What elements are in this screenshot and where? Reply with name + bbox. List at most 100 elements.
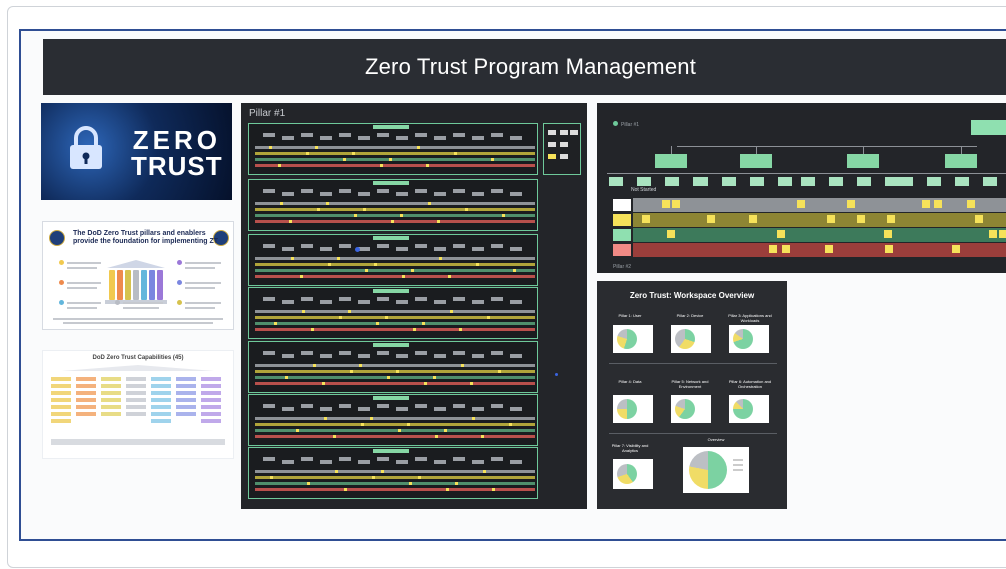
page-header: Zero Trust Program Management — [43, 39, 1006, 95]
swimlane-row — [633, 198, 1006, 212]
tree-child-node — [665, 177, 679, 186]
status-label: Not Started — [631, 187, 657, 193]
tree-child-node — [983, 177, 997, 186]
legend-panel — [543, 123, 581, 175]
tree-child-node — [722, 177, 736, 186]
swimlane-label — [613, 199, 631, 211]
sticky-note — [999, 230, 1006, 238]
pillar-1-swimlane-board — [248, 287, 538, 339]
tree-child-node — [778, 177, 792, 186]
pillar-1-swimlane-board — [248, 394, 538, 446]
sticky-note — [847, 200, 855, 208]
sticky-note — [672, 200, 680, 208]
sticky-note — [667, 230, 675, 238]
sticky-note — [769, 245, 777, 253]
tree-child-node — [609, 177, 623, 186]
cell-title-network: Pillar 5: Network and Environment — [671, 379, 709, 389]
cell-title-device: Pillar 2: Device — [676, 313, 704, 318]
zero-trust-banner-image: ZERO TRUST — [41, 103, 232, 200]
dod-pillars-thumbnail: The DoD Zero Trust pillars and enablers … — [42, 221, 234, 330]
sticky-note — [989, 230, 997, 238]
pie-card-user — [613, 325, 653, 353]
capabilities-title: DoD Zero Trust Capabilities (45) — [92, 355, 184, 361]
pillar-1-swimlane-board — [248, 179, 538, 231]
tree-connector — [756, 146, 757, 154]
tree-node — [655, 154, 687, 168]
tree-connector — [677, 146, 977, 147]
sticky-note — [884, 230, 892, 238]
tree-child-node — [801, 177, 815, 186]
sticky-note — [975, 215, 983, 223]
pie-card-network — [671, 395, 711, 423]
tree-connector — [897, 173, 1006, 174]
swimlane-label — [613, 229, 631, 241]
tree-child-node — [927, 177, 941, 186]
banner-line-2: TRUST — [131, 151, 223, 181]
sticky-note — [707, 215, 715, 223]
sticky-note — [777, 230, 785, 238]
sticky-note — [662, 200, 670, 208]
tree-child-node — [694, 177, 708, 186]
swimlane-label — [613, 214, 631, 226]
sticky-note — [825, 245, 833, 253]
cursor-dot — [355, 247, 360, 252]
tree-connector — [671, 146, 672, 154]
pillar-2-board[interactable]: Pillar #1 Not Started Pillar #2 — [597, 103, 1006, 273]
tree-child-node — [829, 177, 843, 186]
sticky-note — [642, 215, 650, 223]
pillar-1-swimlane-board — [248, 447, 538, 499]
pie-card-device — [671, 325, 711, 353]
workspace-overview-panel[interactable]: Zero Trust: Workspace Overview Pillar 1:… — [597, 281, 787, 509]
cell-title-data: Pillar 4: Data — [618, 379, 642, 384]
tree-child-node — [955, 177, 969, 186]
pie-card-visibility — [613, 459, 653, 489]
cell-title-apps: Pillar 3: Applications and Workloads — [728, 313, 772, 323]
sticky-note — [887, 215, 895, 223]
swimlane-row — [633, 213, 1006, 227]
pillar-2-footer-label: Pillar #2 — [613, 264, 632, 270]
sticky-note — [749, 215, 757, 223]
sticky-note — [967, 200, 975, 208]
tree-child-node — [637, 177, 651, 186]
tree-node — [945, 154, 977, 168]
cell-title-visibility: Pillar 7: Visibility and Analytics — [611, 443, 649, 453]
sticky-note — [934, 200, 942, 208]
swimlane-label — [613, 244, 631, 256]
tree-child-node — [899, 177, 913, 186]
pillar-1-board[interactable]: Pillar #1 — [241, 103, 587, 509]
padlock-icon — [70, 126, 102, 169]
pie-card-apps — [729, 325, 769, 353]
cell-title-user: Pillar 1: User — [618, 313, 642, 318]
sticky-note — [857, 215, 865, 223]
pie-card-automation — [729, 395, 769, 423]
pillar-1-swimlane-board — [248, 341, 538, 393]
pillar-1-label: Pillar #1 — [249, 108, 286, 119]
swimlane-row — [633, 228, 1006, 242]
cell-title-automation: Pillar 6: Automation and Orchestration — [728, 379, 772, 389]
sticky-note — [797, 200, 805, 208]
root-node — [971, 120, 1006, 135]
sticky-note — [885, 245, 893, 253]
pillars-graphic — [105, 256, 167, 304]
pillar-1-swimlane-board — [248, 123, 538, 175]
pillar-1-swimlane-board — [248, 234, 538, 286]
page-title: Zero Trust Program Management — [364, 54, 697, 79]
tree-child-node — [885, 177, 899, 186]
pillar-2-top-label: Pillar #1 — [621, 122, 640, 128]
tree-connector — [961, 146, 962, 154]
workspace-title: Zero Trust: Workspace Overview — [629, 291, 755, 300]
tree-child-node — [857, 177, 871, 186]
tree-node — [740, 154, 772, 168]
dod-seal-left — [49, 230, 65, 246]
banner-line-1: ZERO — [132, 125, 221, 155]
pie-card-overview — [683, 447, 749, 493]
sticky-note — [827, 215, 835, 223]
pie-card-data — [613, 395, 653, 423]
dod-capabilities-thumbnail: DoD Zero Trust Capabilities (45) — [42, 350, 234, 459]
sticky-note — [922, 200, 930, 208]
tree-child-node — [750, 177, 764, 186]
swimlane-row — [633, 243, 1006, 257]
dod-pillars-title: The DoD Zero Trust pillars and enablers … — [73, 230, 219, 245]
cell-title-overview: Overview — [707, 437, 725, 442]
sticky-note — [952, 245, 960, 253]
